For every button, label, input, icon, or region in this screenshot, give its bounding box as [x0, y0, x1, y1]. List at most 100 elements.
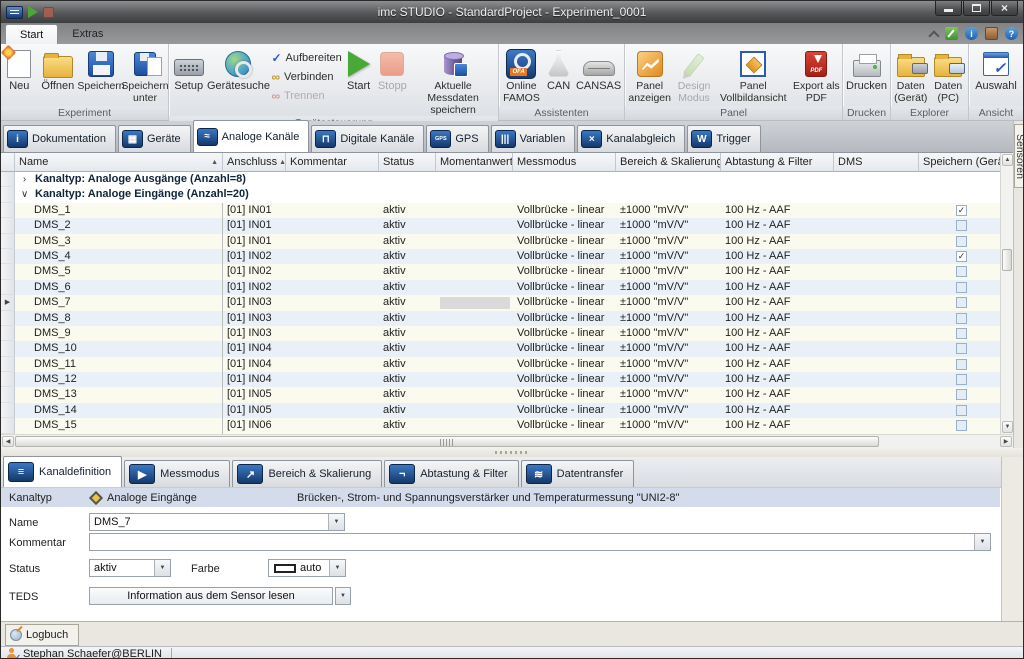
column-header-messmodus[interactable]: Messmodus: [513, 153, 616, 172]
ribbon-tab-extras[interactable]: Extras: [58, 24, 117, 44]
quick-stop-icon[interactable]: [43, 7, 54, 18]
speichern-checkbox[interactable]: ✓: [956, 251, 967, 262]
drucken-button[interactable]: Drucken: [844, 45, 889, 106]
column-header-bereich-skalierung[interactable]: Bereich & Skalierung: [616, 153, 721, 172]
column-header-kommentar[interactable]: Kommentar: [286, 153, 379, 172]
quick-start-icon[interactable]: [28, 6, 38, 18]
speichern-checkbox[interactable]: [956, 266, 967, 277]
scroll-right-icon[interactable]: ▶: [1000, 436, 1012, 447]
scroll-down-icon[interactable]: ▼: [1002, 421, 1013, 433]
channel-row[interactable]: DMS_11[01] IN04aktivVollbrücke - linear±…: [1, 357, 1000, 372]
neu-button[interactable]: Neu: [2, 45, 37, 106]
panel-anzeigen-button[interactable]: Panel anzeigen: [626, 45, 673, 106]
sensoren-side-tab[interactable]: Sensoren: [1014, 124, 1024, 188]
speichern-checkbox[interactable]: [956, 297, 967, 308]
tab-bereich-skalierung[interactable]: ↗ Bereich & Skalierung: [232, 460, 382, 487]
export-als-pdf-button[interactable]: Export als PDF: [792, 45, 841, 106]
speichern-checkbox[interactable]: ✓: [956, 205, 967, 216]
dropdown-arrow-icon[interactable]: ▼: [329, 560, 345, 576]
speichern-checkbox[interactable]: [956, 359, 967, 370]
start-button[interactable]: Start: [342, 45, 376, 116]
speichern-checkbox[interactable]: [956, 328, 967, 339]
cansas-button[interactable]: CANSAS: [574, 45, 623, 106]
daten-pc-button[interactable]: Daten (PC): [930, 45, 968, 106]
auswahl-button[interactable]: Auswahl: [970, 45, 1022, 106]
online-famos-button[interactable]: Online FAMOS: [500, 45, 543, 106]
aufbereiten-button[interactable]: ✓ Aufbereiten: [269, 48, 341, 67]
column-header-name[interactable]: Name ▲: [15, 153, 223, 172]
channel-row[interactable]: DMS_4[01] IN02aktivVollbrücke - linear±1…: [1, 249, 1000, 264]
speichern-checkbox[interactable]: [956, 420, 967, 431]
tab-geraete[interactable]: ▦ Geräte: [118, 125, 191, 152]
vertical-scroll-thumb[interactable]: [1002, 249, 1012, 271]
channel-row[interactable]: DMS_12[01] IN04aktivVollbrücke - linear±…: [1, 372, 1000, 387]
name-combobox[interactable]: DMS_7 ▼: [89, 513, 345, 531]
tab-digitale-kanaele[interactable]: ⊓ Digitale Kanäle: [311, 125, 424, 152]
imc-logo-icon[interactable]: [6, 6, 23, 19]
channel-row[interactable]: DMS_13[01] IN05aktivVollbrücke - linear±…: [1, 387, 1000, 402]
column-header-dms[interactable]: DMS: [834, 153, 919, 172]
channel-group-row[interactable]: ∨Kanaltyp: Analoge Eingänge (Anzahl=20): [1, 187, 1000, 202]
logbuch-tab[interactable]: Logbuch: [5, 624, 79, 646]
speichern-unter-button[interactable]: Speichern unter: [123, 45, 167, 106]
tab-trigger[interactable]: W Trigger: [687, 125, 760, 152]
teds-button[interactable]: Information aus dem Sensor lesen: [89, 587, 333, 605]
tab-kanalabgleich[interactable]: × Kanalabgleich: [577, 125, 685, 152]
design-modus-button[interactable]: Design Modus: [673, 45, 714, 106]
channel-row[interactable]: DMS_1[01] IN01aktivVollbrücke - linear±1…: [1, 203, 1000, 218]
speichern-checkbox[interactable]: [956, 343, 967, 354]
setup-button[interactable]: Setup: [170, 45, 207, 116]
column-header-speichern-geraet[interactable]: Speichern (Gerät): [919, 153, 1000, 172]
teds-dropdown-arrow-icon[interactable]: ▼: [335, 587, 351, 605]
channel-row[interactable]: DMS_14[01] IN05aktivVollbrücke - linear±…: [1, 403, 1000, 418]
column-header-status[interactable]: Status: [379, 153, 436, 172]
aktuelle-messdaten-speichern-button[interactable]: Aktuelle Messdaten speichern: [409, 45, 497, 116]
dropdown-arrow-icon[interactable]: ▼: [974, 534, 990, 550]
farbe-combobox[interactable]: auto ▼: [268, 559, 346, 577]
imc-small-icon[interactable]: [985, 27, 998, 40]
dropdown-arrow-icon[interactable]: ▼: [154, 560, 170, 576]
status-combobox[interactable]: aktiv ▼: [89, 559, 171, 577]
channel-row[interactable]: DMS_2[01] IN01aktivVollbrücke - linear±1…: [1, 218, 1000, 233]
maximize-button[interactable]: [963, 1, 990, 16]
scroll-up-icon[interactable]: ▲: [1002, 154, 1013, 166]
channel-row[interactable]: DMS_8[01] IN03aktivVollbrücke - linear±1…: [1, 311, 1000, 326]
ribbon-tab-start[interactable]: Start: [5, 24, 58, 44]
daten-geraet-button[interactable]: Daten (Gerät): [892, 45, 930, 106]
tab-dokumentation[interactable]: i Dokumentation: [3, 125, 116, 152]
close-button[interactable]: ×: [991, 1, 1018, 16]
can-button[interactable]: CAN: [543, 45, 574, 106]
dropdown-arrow-icon[interactable]: ▼: [328, 514, 344, 530]
panel-splitter[interactable]: [1, 448, 1023, 457]
collapse-icon[interactable]: ∨: [15, 187, 28, 202]
panel-vollbildansicht-button[interactable]: Panel Vollbildansicht: [715, 45, 792, 106]
speichern-checkbox[interactable]: [956, 374, 967, 385]
channel-row[interactable]: DMS_5[01] IN02aktivVollbrücke - linear±1…: [1, 264, 1000, 279]
channel-row[interactable]: DMS_3[01] IN01aktivVollbrücke - linear±1…: [1, 234, 1000, 249]
tab-datentransfer[interactable]: ≋ Datentransfer: [521, 460, 635, 487]
geraetesuche-button[interactable]: Gerätesuche: [207, 45, 269, 116]
channel-row[interactable]: DMS_9[01] IN03aktivVollbrücke - linear±1…: [1, 326, 1000, 341]
tab-abtastung-filter[interactable]: ¬ Abtastung & Filter: [384, 460, 518, 487]
verbinden-button[interactable]: ∞ Verbinden: [269, 67, 341, 86]
kommentar-combobox[interactable]: ▼: [89, 533, 991, 551]
speichern-checkbox[interactable]: [956, 389, 967, 400]
help-icon[interactable]: ?: [1005, 27, 1018, 40]
speichern-checkbox[interactable]: [956, 282, 967, 293]
edit-icon[interactable]: [945, 27, 958, 40]
collapse-ribbon-icon[interactable]: [928, 30, 939, 41]
speichern-button[interactable]: Speichern: [79, 45, 123, 106]
channel-row[interactable]: ▶DMS_7[01] IN03aktivVollbrücke - linear±…: [1, 295, 1000, 310]
horizontal-scrollbar[interactable]: ◀ ▶: [1, 434, 1013, 448]
vertical-scrollbar[interactable]: ▲ ▼: [1000, 153, 1013, 434]
trennen-button[interactable]: ∞ Trennen: [269, 86, 341, 105]
oeffnen-button[interactable]: Öffnen: [37, 45, 79, 106]
speichern-checkbox[interactable]: [956, 236, 967, 247]
speichern-checkbox[interactable]: [956, 220, 967, 231]
tab-analoge-kanaele[interactable]: ≈ Analoge Kanäle: [193, 120, 310, 152]
stopp-button[interactable]: Stopp: [375, 45, 409, 116]
minimize-button[interactable]: [935, 1, 962, 16]
speichern-checkbox[interactable]: [956, 313, 967, 324]
channel-row[interactable]: DMS_10[01] IN04aktivVollbrücke - linear±…: [1, 341, 1000, 356]
column-header-anschluss[interactable]: Anschluss ▲: [223, 153, 286, 172]
